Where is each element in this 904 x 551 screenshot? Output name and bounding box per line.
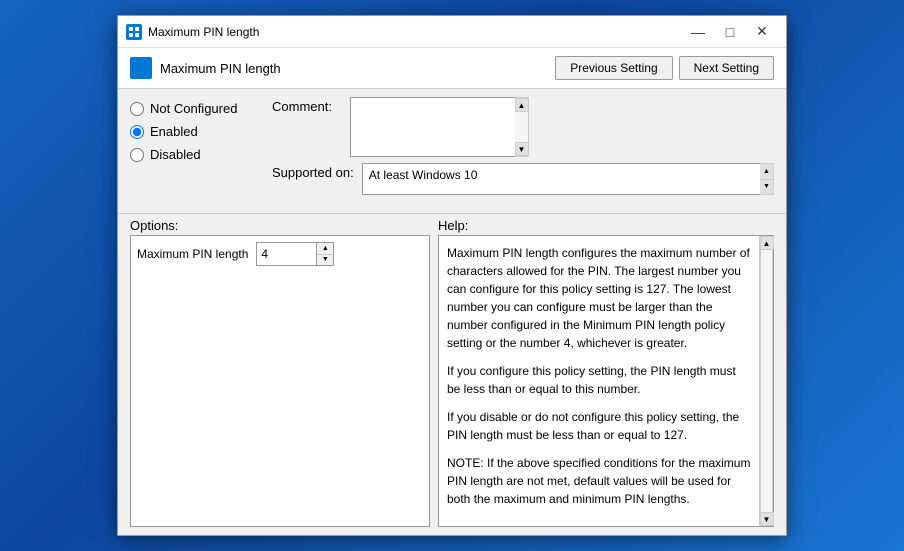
not-configured-option[interactable]: Not Configured: [130, 101, 260, 116]
minimize-button[interactable]: —: [682, 18, 714, 46]
maximize-button[interactable]: □: [714, 18, 746, 46]
help-para-4: NOTE: If the above specified conditions …: [447, 454, 751, 508]
supported-scrollbar: ▲ ▼: [760, 163, 774, 195]
spin-up-button[interactable]: ▲: [317, 243, 333, 255]
comment-scroll-up[interactable]: ▲: [515, 98, 529, 112]
help-para-1: Maximum PIN length configures the maximu…: [447, 244, 751, 352]
section-labels: Options: Help:: [118, 218, 786, 235]
options-section-label: Options:: [130, 218, 438, 233]
radio-section: Not Configured Enabled Disabled: [130, 97, 260, 201]
header-left: Maximum PIN length: [130, 57, 281, 79]
window-controls: — □ ✕: [682, 18, 778, 46]
supported-value: At least Windows 10: [362, 163, 760, 195]
right-section: Comment: ▲ ▼ Supported on: At least Wind…: [272, 97, 774, 201]
help-text: Maximum PIN length configures the maximu…: [439, 236, 759, 526]
comment-scroll-down[interactable]: ▼: [515, 142, 529, 156]
main-window: Maximum PIN length — □ ✕ Maximum PIN len…: [117, 15, 787, 536]
window-title: Maximum PIN length: [148, 25, 676, 39]
help-panel: Maximum PIN length configures the maximu…: [438, 235, 774, 527]
help-para-3: If you disable or do not configure this …: [447, 408, 751, 444]
header-title: Maximum PIN length: [160, 61, 281, 76]
divider: [118, 213, 786, 214]
disabled-option[interactable]: Disabled: [130, 147, 260, 162]
pin-length-spinner: ▲ ▼: [256, 242, 334, 266]
close-button[interactable]: ✕: [746, 18, 778, 46]
help-scrollbar: ▲ ▼: [759, 236, 773, 526]
supported-label: Supported on:: [272, 163, 354, 180]
header-icon: [130, 57, 152, 79]
options-inner: Maximum PIN length ▲ ▼: [131, 236, 429, 272]
previous-setting-button[interactable]: Previous Setting: [555, 56, 672, 80]
bottom-section: Maximum PIN length ▲ ▼ Maximum PIN lengt…: [118, 235, 786, 535]
supported-scroll-up[interactable]: ▲: [760, 164, 773, 180]
comment-textarea-wrap: ▲ ▼: [350, 97, 529, 157]
comment-scroll-track: [515, 112, 528, 142]
main-content: Not Configured Enabled Disabled Comment:…: [118, 89, 786, 209]
options-panel: Maximum PIN length ▲ ▼: [130, 235, 430, 527]
disabled-radio[interactable]: [130, 148, 144, 162]
comment-scrollbar: ▲ ▼: [515, 97, 529, 157]
supported-box-wrap: At least Windows 10 ▲ ▼: [362, 163, 774, 195]
help-scroll-down[interactable]: ▼: [760, 512, 774, 526]
comment-label: Comment:: [272, 97, 342, 114]
spin-down-button[interactable]: ▼: [317, 255, 333, 266]
title-bar: Maximum PIN length — □ ✕: [118, 16, 786, 48]
pin-length-label: Maximum PIN length: [137, 247, 248, 261]
help-scroll-track: [760, 250, 773, 512]
help-scroll-up[interactable]: ▲: [760, 236, 774, 250]
next-setting-button[interactable]: Next Setting: [679, 56, 774, 80]
not-configured-radio[interactable]: [130, 102, 144, 116]
help-section-label: Help:: [438, 218, 468, 233]
window-icon: [126, 24, 142, 40]
disabled-label: Disabled: [150, 147, 201, 162]
comment-block: Comment: ▲ ▼: [272, 97, 774, 157]
not-configured-label: Not Configured: [150, 101, 237, 116]
help-para-2: If you configure this policy setting, th…: [447, 362, 751, 398]
spin-buttons: ▲ ▼: [317, 243, 333, 265]
header-bar: Maximum PIN length Previous Setting Next…: [118, 48, 786, 89]
supported-scroll-down[interactable]: ▼: [760, 180, 773, 195]
enabled-option[interactable]: Enabled: [130, 124, 260, 139]
comment-textarea[interactable]: [350, 97, 515, 157]
enabled-radio[interactable]: [130, 125, 144, 139]
enabled-label: Enabled: [150, 124, 198, 139]
header-buttons: Previous Setting Next Setting: [555, 56, 774, 80]
supported-block: Supported on: At least Windows 10 ▲ ▼: [272, 163, 774, 195]
pin-length-input[interactable]: [257, 243, 317, 265]
